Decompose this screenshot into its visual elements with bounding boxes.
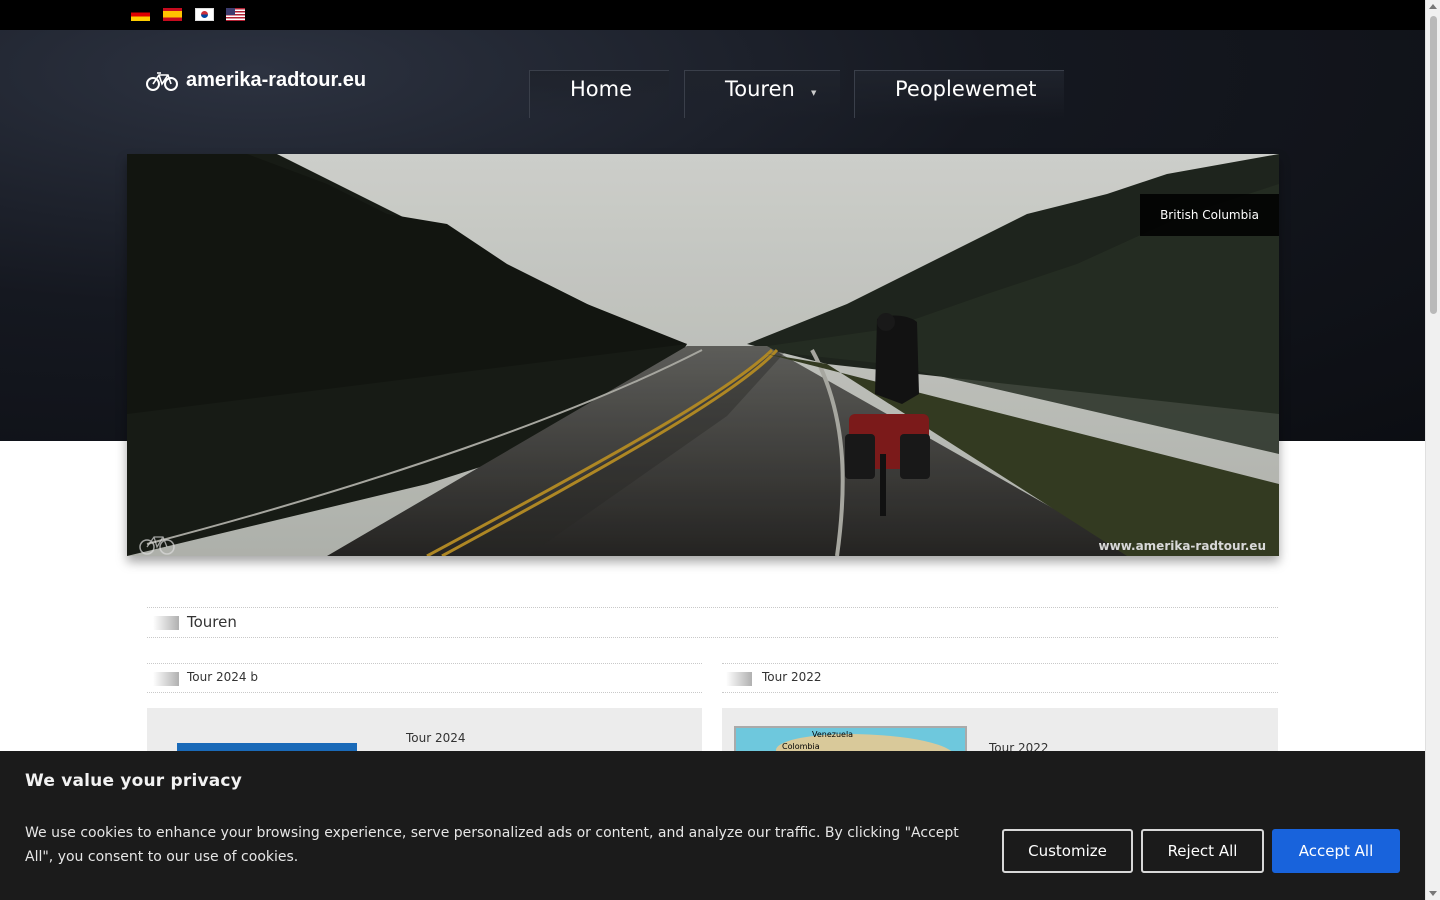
section-marker-icon [153, 616, 179, 630]
reject-all-button[interactable]: Reject All [1141, 829, 1264, 873]
hero-image: www.amerika-radtour.eu [127, 154, 1279, 556]
german-flag-icon[interactable] [131, 8, 150, 21]
hero-watermark: www.amerika-radtour.eu [1099, 539, 1266, 553]
column-title-label[interactable]: Tour 2024 b [187, 670, 258, 684]
map-label: Colombia [782, 742, 820, 751]
accept-all-button[interactable]: Accept All [1272, 829, 1400, 873]
language-bar [0, 0, 1425, 30]
site-logo[interactable]: amerika-radtour.eu [146, 69, 366, 92]
cookie-banner-text: We use cookies to enhance your browsing … [25, 825, 959, 865]
slide-caption: British Columbia [1140, 194, 1279, 236]
spanish-flag-icon[interactable] [163, 8, 182, 21]
us-flag-icon[interactable] [226, 8, 245, 21]
dropdown-arrow-icon: ▼ [811, 89, 817, 97]
nav-home[interactable]: Home [529, 70, 669, 118]
nav-touren-label: Touren [725, 77, 795, 101]
cookie-consent-banner: We value your privacy We use cookies to … [0, 751, 1425, 900]
scrollbar-thumb[interactable] [1430, 16, 1437, 314]
page-scrollbar[interactable] [1425, 0, 1440, 900]
nav-touren[interactable]: Touren ▼ [684, 70, 840, 118]
logo-text: amerika-radtour.eu [186, 69, 367, 91]
section-title-tour-2022: Tour 2022 [722, 663, 1278, 693]
column-title-label[interactable]: Tour 2022 [762, 670, 822, 684]
section-marker-icon [726, 672, 752, 686]
section-title-touren: Touren [147, 607, 1278, 638]
section-marker-icon [153, 672, 179, 686]
bicycle-icon [146, 71, 178, 91]
nav-peoplewemet[interactable]: Peoplewemet [854, 70, 1064, 118]
section-title-label: Touren [187, 613, 237, 631]
scroll-down-arrow-icon[interactable] [1429, 891, 1437, 896]
cookie-banner-title: We value your privacy [25, 771, 242, 791]
section-title-tour-2024-b: Tour 2024 b [147, 663, 702, 693]
scroll-up-arrow-icon[interactable] [1429, 4, 1437, 9]
tour-card-title[interactable]: Tour 2024 [406, 731, 466, 745]
korean-flag-icon[interactable] [195, 8, 214, 21]
map-label: Venezuela [812, 730, 854, 739]
customize-button[interactable]: Customize [1002, 829, 1133, 873]
